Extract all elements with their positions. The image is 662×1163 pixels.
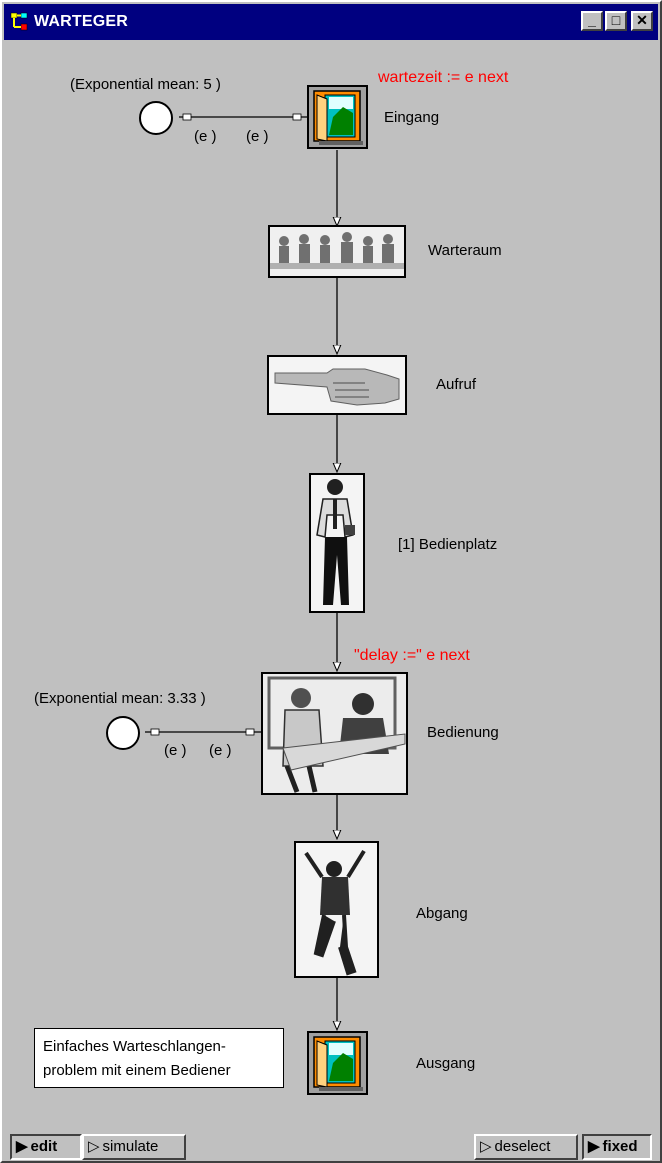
bedienung-annotation: "delay :=" e next (354, 647, 470, 664)
generator2-port-right: (e ) (209, 742, 232, 759)
abgang-node[interactable] (294, 841, 379, 978)
generator1-label: (Exponential mean: 5 ) (70, 76, 221, 93)
service-scene-icon (263, 674, 406, 793)
abgang-label: Abgang (416, 905, 468, 922)
door-icon (309, 87, 366, 147)
generator2-label: (Exponential mean: 3.33 ) (34, 690, 206, 707)
leaving-person-icon (296, 843, 377, 976)
triangle-right-icon: ▶ (588, 1138, 600, 1155)
minimize-button[interactable]: _ (581, 11, 603, 31)
bedienplatz-node[interactable] (309, 473, 365, 613)
edit-button[interactable]: ▶ edit (10, 1134, 82, 1160)
bedienung-label: Bedienung (427, 724, 499, 741)
deselect-label: deselect (494, 1138, 551, 1155)
app-icon[interactable] (10, 12, 30, 32)
triangle-right-icon: ▶ (16, 1138, 28, 1155)
close-icon: ✕ (636, 12, 648, 28)
server-person-icon (311, 475, 363, 611)
simulate-button[interactable]: ▷ simulate (82, 1134, 186, 1160)
maximize-button[interactable]: □ (605, 11, 627, 31)
bedienplatz-label: [1] Bedienplatz (398, 536, 498, 553)
app-window: WARTEGER _ □ ✕ (Exponential mean: 5) (e… (0, 0, 662, 1163)
title-bar[interactable]: WARTEGER _ □ ✕ (4, 4, 658, 40)
aufruf-label: Aufruf (436, 376, 477, 393)
warteraum-node[interactable] (268, 225, 406, 278)
triangle-right-outline-icon: ▷ (480, 1138, 492, 1155)
window-title: WARTEGER (34, 13, 129, 30)
generator2-port-left: (e ) (164, 742, 187, 759)
minimize-icon: _ (588, 12, 596, 28)
maximize-icon: □ (611, 12, 621, 28)
comment-line-2: problem mit einem Bediener (43, 1062, 231, 1079)
generator1-port-right: (e ) (246, 128, 269, 145)
ausgang-label: Ausgang (416, 1055, 476, 1072)
comment-line-1: Einfaches Warteschlangen- (43, 1038, 226, 1055)
comment-box[interactable]: Einfaches Warteschlangen- problem mit ei… (34, 1028, 284, 1088)
eingang-label: Eingang (384, 109, 440, 126)
edit-label: edit (30, 1138, 58, 1155)
generator2-node[interactable] (106, 716, 140, 750)
warteraum-label: Warteraum (428, 242, 502, 259)
status-bar: ▶ edit ▷ simulate ▷ deselect ▶ fixed (4, 1132, 658, 1162)
simulate-label: simulate (102, 1138, 159, 1155)
generator1-node[interactable] (139, 101, 173, 135)
door-icon (309, 1033, 366, 1093)
pointing-hand-icon (269, 357, 405, 413)
fixed-label: fixed (602, 1138, 638, 1155)
waiting-people-icon (270, 227, 404, 276)
eingang-node[interactable] (307, 85, 368, 149)
model-canvas[interactable]: (Exponential mean: 5 ) (e ) (e ) warteze… (10, 42, 656, 1132)
close-button[interactable]: ✕ (631, 11, 653, 31)
fixed-button[interactable]: ▶ fixed (582, 1134, 652, 1160)
generator1-port-left: (e ) (194, 128, 217, 145)
eingang-annotation: wartezeit := e next (378, 69, 509, 86)
triangle-right-outline-icon: ▷ (88, 1138, 100, 1155)
bedienung-node[interactable] (261, 672, 408, 795)
deselect-button[interactable]: ▷ deselect (474, 1134, 578, 1160)
aufruf-node[interactable] (267, 355, 407, 415)
ausgang-node[interactable] (307, 1031, 368, 1095)
